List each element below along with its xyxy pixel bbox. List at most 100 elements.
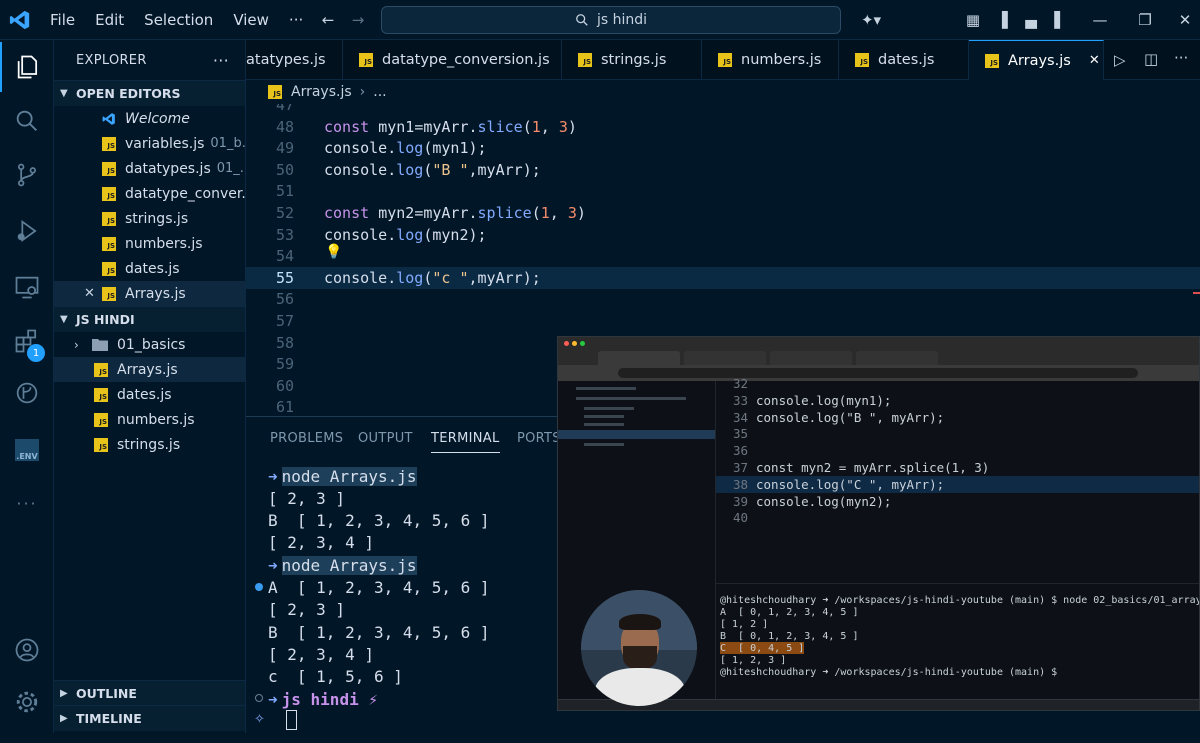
webcam-hair — [619, 614, 661, 630]
code-line[interactable]: 56 — [246, 288, 1200, 310]
toggle-sidebar-icon[interactable]: ▐ — [992, 10, 1012, 30]
js-file-icon: JS — [94, 362, 108, 377]
menu-view[interactable]: View — [223, 11, 279, 29]
back-arrow-icon[interactable]: ← — [318, 10, 338, 30]
vscode-logo-icon — [102, 112, 115, 125]
code-line[interactable]: 55 console.log("c ",myArr); — [246, 266, 1200, 289]
video-code-line: 34 console.log("B ", myArr); — [716, 409, 1199, 426]
code-text: console.log("c ",myArr); — [324, 269, 541, 287]
more-views-icon[interactable]: ··· — [0, 478, 54, 528]
breadcrumb-separator-icon: › — [359, 84, 366, 100]
line-number: 61 — [275, 398, 294, 416]
code-line[interactable]: 51 — [246, 180, 1200, 202]
explorer-icon[interactable] — [0, 42, 54, 92]
video-code-line: 36 — [716, 442, 1199, 459]
tree-item-arrays[interactable]: JS Arrays.js — [54, 357, 245, 382]
chevron-right-icon: ▶ — [60, 688, 68, 699]
search-view-icon[interactable] — [0, 96, 54, 146]
open-editor-variables[interactable]: JS variables.js 01_b... — [54, 131, 245, 156]
tab-arrays[interactable]: JS Arrays.js ✕ — [969, 40, 1104, 80]
terminal-line: B [ 1, 2, 3, 4, 5, 6 ] — [268, 510, 490, 532]
tab-numbers[interactable]: JS numbers.js — [702, 40, 839, 80]
open-editor-arrays[interactable]: ✕ JS Arrays.js — [54, 281, 245, 306]
code-token: 3 — [567, 204, 577, 222]
panel-tab-output[interactable]: OUTPUT — [358, 431, 413, 446]
tree-item-strings[interactable]: JS strings.js — [54, 432, 245, 457]
breadcrumb-rest[interactable]: ... — [373, 84, 386, 100]
folder-01-basics[interactable]: › 01_basics — [54, 332, 245, 357]
outline-header[interactable]: ▶ OUTLINE — [54, 680, 245, 706]
menu-selection[interactable]: Selection — [134, 11, 223, 29]
close-tab-icon[interactable]: ✕ — [1089, 53, 1100, 68]
code-token: myArr — [423, 117, 469, 136]
settings-gear-icon[interactable] — [0, 677, 54, 727]
breadcrumb-file[interactable]: Arrays.js — [291, 84, 352, 100]
open-editor-welcome[interactable]: Welcome — [54, 106, 245, 131]
open-editor-label: dates.js — [125, 260, 180, 277]
explorer-more-icon[interactable]: ··· — [213, 51, 229, 70]
git-graph-icon[interactable] — [0, 368, 54, 418]
code-line[interactable]: 57 — [246, 310, 1200, 332]
source-control-icon[interactable] — [0, 150, 54, 200]
copilot-icon[interactable]: ✦▾ — [856, 10, 886, 30]
code-line[interactable]: 49 console.log(myn1); — [246, 137, 1200, 159]
open-editor-datatypes[interactable]: JS datatypes.js 01_... — [54, 156, 245, 181]
tab-dates[interactable]: JS dates.js — [839, 40, 969, 80]
js-file-icon: JS — [102, 136, 116, 151]
open-editor-datatype-conversion[interactable]: JS datatype_conver... — [54, 181, 245, 206]
open-editors-header[interactable]: ▼ OPEN EDITORS — [54, 80, 245, 106]
minimize-icon[interactable]: — — [1090, 10, 1110, 30]
code-line[interactable]: 50 console.log("B ",myArr); — [246, 159, 1200, 181]
toggle-panel-icon[interactable]: ▄ — [1021, 10, 1041, 30]
menu-file[interactable]: File — [40, 11, 85, 29]
tree-item-numbers[interactable]: JS numbers.js — [54, 407, 245, 432]
code-line[interactable]: 54 — [246, 245, 1200, 267]
tab-datatypes[interactable]: atatypes.js — [246, 40, 343, 80]
open-editor-dates[interactable]: JS dates.js — [54, 256, 245, 281]
customize-layout-icon[interactable]: ▦ — [963, 10, 983, 30]
video-browser-tab — [684, 351, 766, 365]
remote-explorer-icon[interactable] — [0, 262, 54, 312]
lightbulb-icon[interactable]: 💡 — [325, 244, 342, 260]
terminal-line: [ 2, 3 ] — [268, 599, 345, 621]
account-icon[interactable] — [0, 625, 54, 675]
menu-edit[interactable]: Edit — [85, 11, 134, 29]
video-sidebar-row — [584, 423, 624, 426]
run-file-icon[interactable]: ▷ — [1114, 51, 1126, 69]
terminal-text: node Arrays.js — [281, 466, 417, 486]
tree-item-dates[interactable]: JS dates.js — [54, 382, 245, 407]
code-line[interactable]: 48 const myn1=myArr.slice(1, 3) — [246, 116, 1200, 138]
restore-icon[interactable]: ❐ — [1135, 10, 1155, 30]
video-terminal-line: A [ 0, 1, 2, 3, 4, 5 ] — [720, 606, 859, 618]
close-editor-icon[interactable]: ✕ — [84, 286, 102, 301]
code-line[interactable]: 52 const myn2=myArr.splice(1, 3) — [246, 202, 1200, 224]
code-line[interactable]: 47 — [246, 104, 1200, 116]
split-editor-icon[interactable]: ◫ — [1144, 50, 1158, 68]
command-center-search[interactable]: js hindi — [381, 6, 841, 34]
panel-tab-problems[interactable]: PROBLEMS — [270, 431, 343, 446]
code-line[interactable]: 53 console.log(myn2); — [246, 224, 1200, 246]
menu-more[interactable]: ··· — [279, 11, 313, 29]
env-file-icon[interactable]: .ENV — [0, 425, 54, 475]
tab-strings[interactable]: JS strings.js — [562, 40, 702, 80]
run-debug-icon[interactable] — [0, 206, 54, 256]
extensions-icon[interactable]: 1 — [0, 316, 54, 366]
code-token: ); — [522, 160, 541, 179]
video-line-number: 38 — [732, 476, 748, 492]
forward-arrow-icon[interactable]: → — [348, 10, 368, 30]
panel-tab-terminal[interactable]: TERMINAL — [431, 431, 500, 453]
code-token: = — [414, 117, 424, 136]
code-token: myArr — [423, 204, 469, 222]
more-actions-icon[interactable]: ··· — [1174, 49, 1188, 67]
workspace-header[interactable]: ▼ JS HINDI — [54, 306, 245, 332]
open-editor-strings[interactable]: JS strings.js — [54, 206, 245, 231]
timeline-header[interactable]: ▶ TIMELINE — [54, 705, 245, 731]
terminal-line: [ 2, 3 ] — [268, 487, 345, 509]
close-window-icon[interactable]: ✕ — [1175, 10, 1195, 30]
panel-tab-ports[interactable]: PORTS — [517, 431, 561, 446]
timeline-title: TIMELINE — [76, 711, 142, 726]
toggle-secondary-sidebar-icon[interactable]: ▌ — [1050, 10, 1070, 30]
tab-datatype-conversion[interactable]: JS datatype_conversion.js — [343, 40, 562, 80]
js-file-icon: JS — [102, 161, 116, 176]
open-editor-numbers[interactable]: JS numbers.js — [54, 231, 245, 256]
